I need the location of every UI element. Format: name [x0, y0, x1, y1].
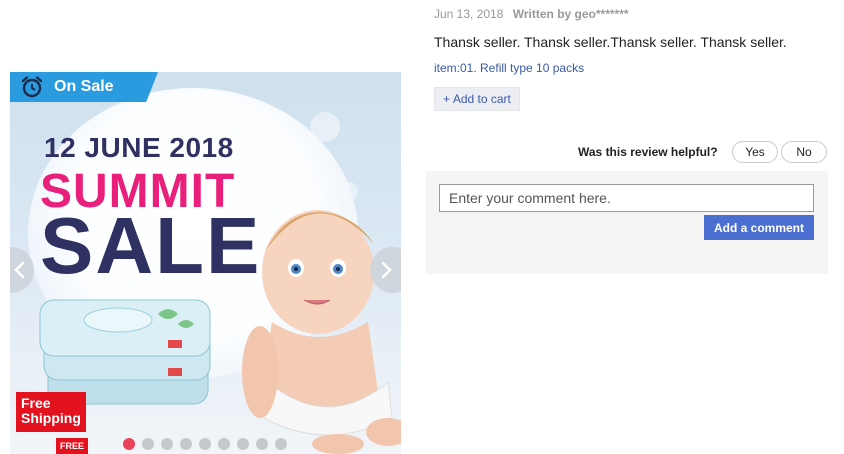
- carousel-dots: [123, 438, 287, 450]
- carousel-dot[interactable]: [275, 438, 287, 450]
- review-item-variant: item:01. Refill type 10 packs: [434, 61, 585, 75]
- free-small-badge: FREE: [56, 438, 88, 454]
- baby-image: [242, 210, 401, 454]
- helpful-no-button[interactable]: No: [781, 141, 827, 163]
- carousel-dot[interactable]: [256, 438, 268, 450]
- comment-input[interactable]: [439, 184, 814, 212]
- carousel-dot[interactable]: [237, 438, 249, 450]
- sale-headline-bottom: SALE: [40, 201, 262, 290]
- sale-date: 12 JUNE 2018: [44, 132, 234, 163]
- helpful-question: Was this review helpful?: [578, 145, 718, 159]
- carousel-dot[interactable]: [142, 438, 154, 450]
- review-meta: Jun 13, 2018 Written by geo*******: [434, 7, 629, 21]
- free-shipping-line2: Shipping: [21, 410, 81, 426]
- alarm-clock-icon: [21, 76, 43, 98]
- review-author: Written by geo*******: [512, 7, 629, 21]
- review-text: Thansk seller. Thansk seller.Thansk sell…: [434, 34, 787, 50]
- on-sale-label: On Sale: [54, 78, 114, 95]
- carousel-dot[interactable]: [180, 438, 192, 450]
- chevron-right-icon: [381, 261, 392, 279]
- carousel-dot[interactable]: [199, 438, 211, 450]
- comment-panel: Add a comment: [426, 171, 828, 274]
- free-shipping-badge: Free Shipping: [16, 392, 86, 432]
- sale-banner-carousel[interactable]: On Sale 12 JUNE 2018 SUMMIT SALE Free Sh…: [10, 72, 401, 454]
- carousel-dot[interactable]: [123, 438, 135, 450]
- add-to-cart-button[interactable]: + Add to cart: [434, 87, 520, 111]
- add-comment-button[interactable]: Add a comment: [704, 215, 814, 240]
- carousel-dot[interactable]: [218, 438, 230, 450]
- review-page: On Sale 12 JUNE 2018 SUMMIT SALE Free Sh…: [0, 0, 844, 454]
- carousel-dot[interactable]: [161, 438, 173, 450]
- helpful-yes-button[interactable]: Yes: [732, 141, 778, 163]
- review-date: Jun 13, 2018: [434, 7, 504, 21]
- chevron-left-icon: [14, 261, 25, 279]
- on-sale-tag: On Sale: [10, 72, 158, 102]
- free-shipping-line1: Free: [21, 395, 51, 411]
